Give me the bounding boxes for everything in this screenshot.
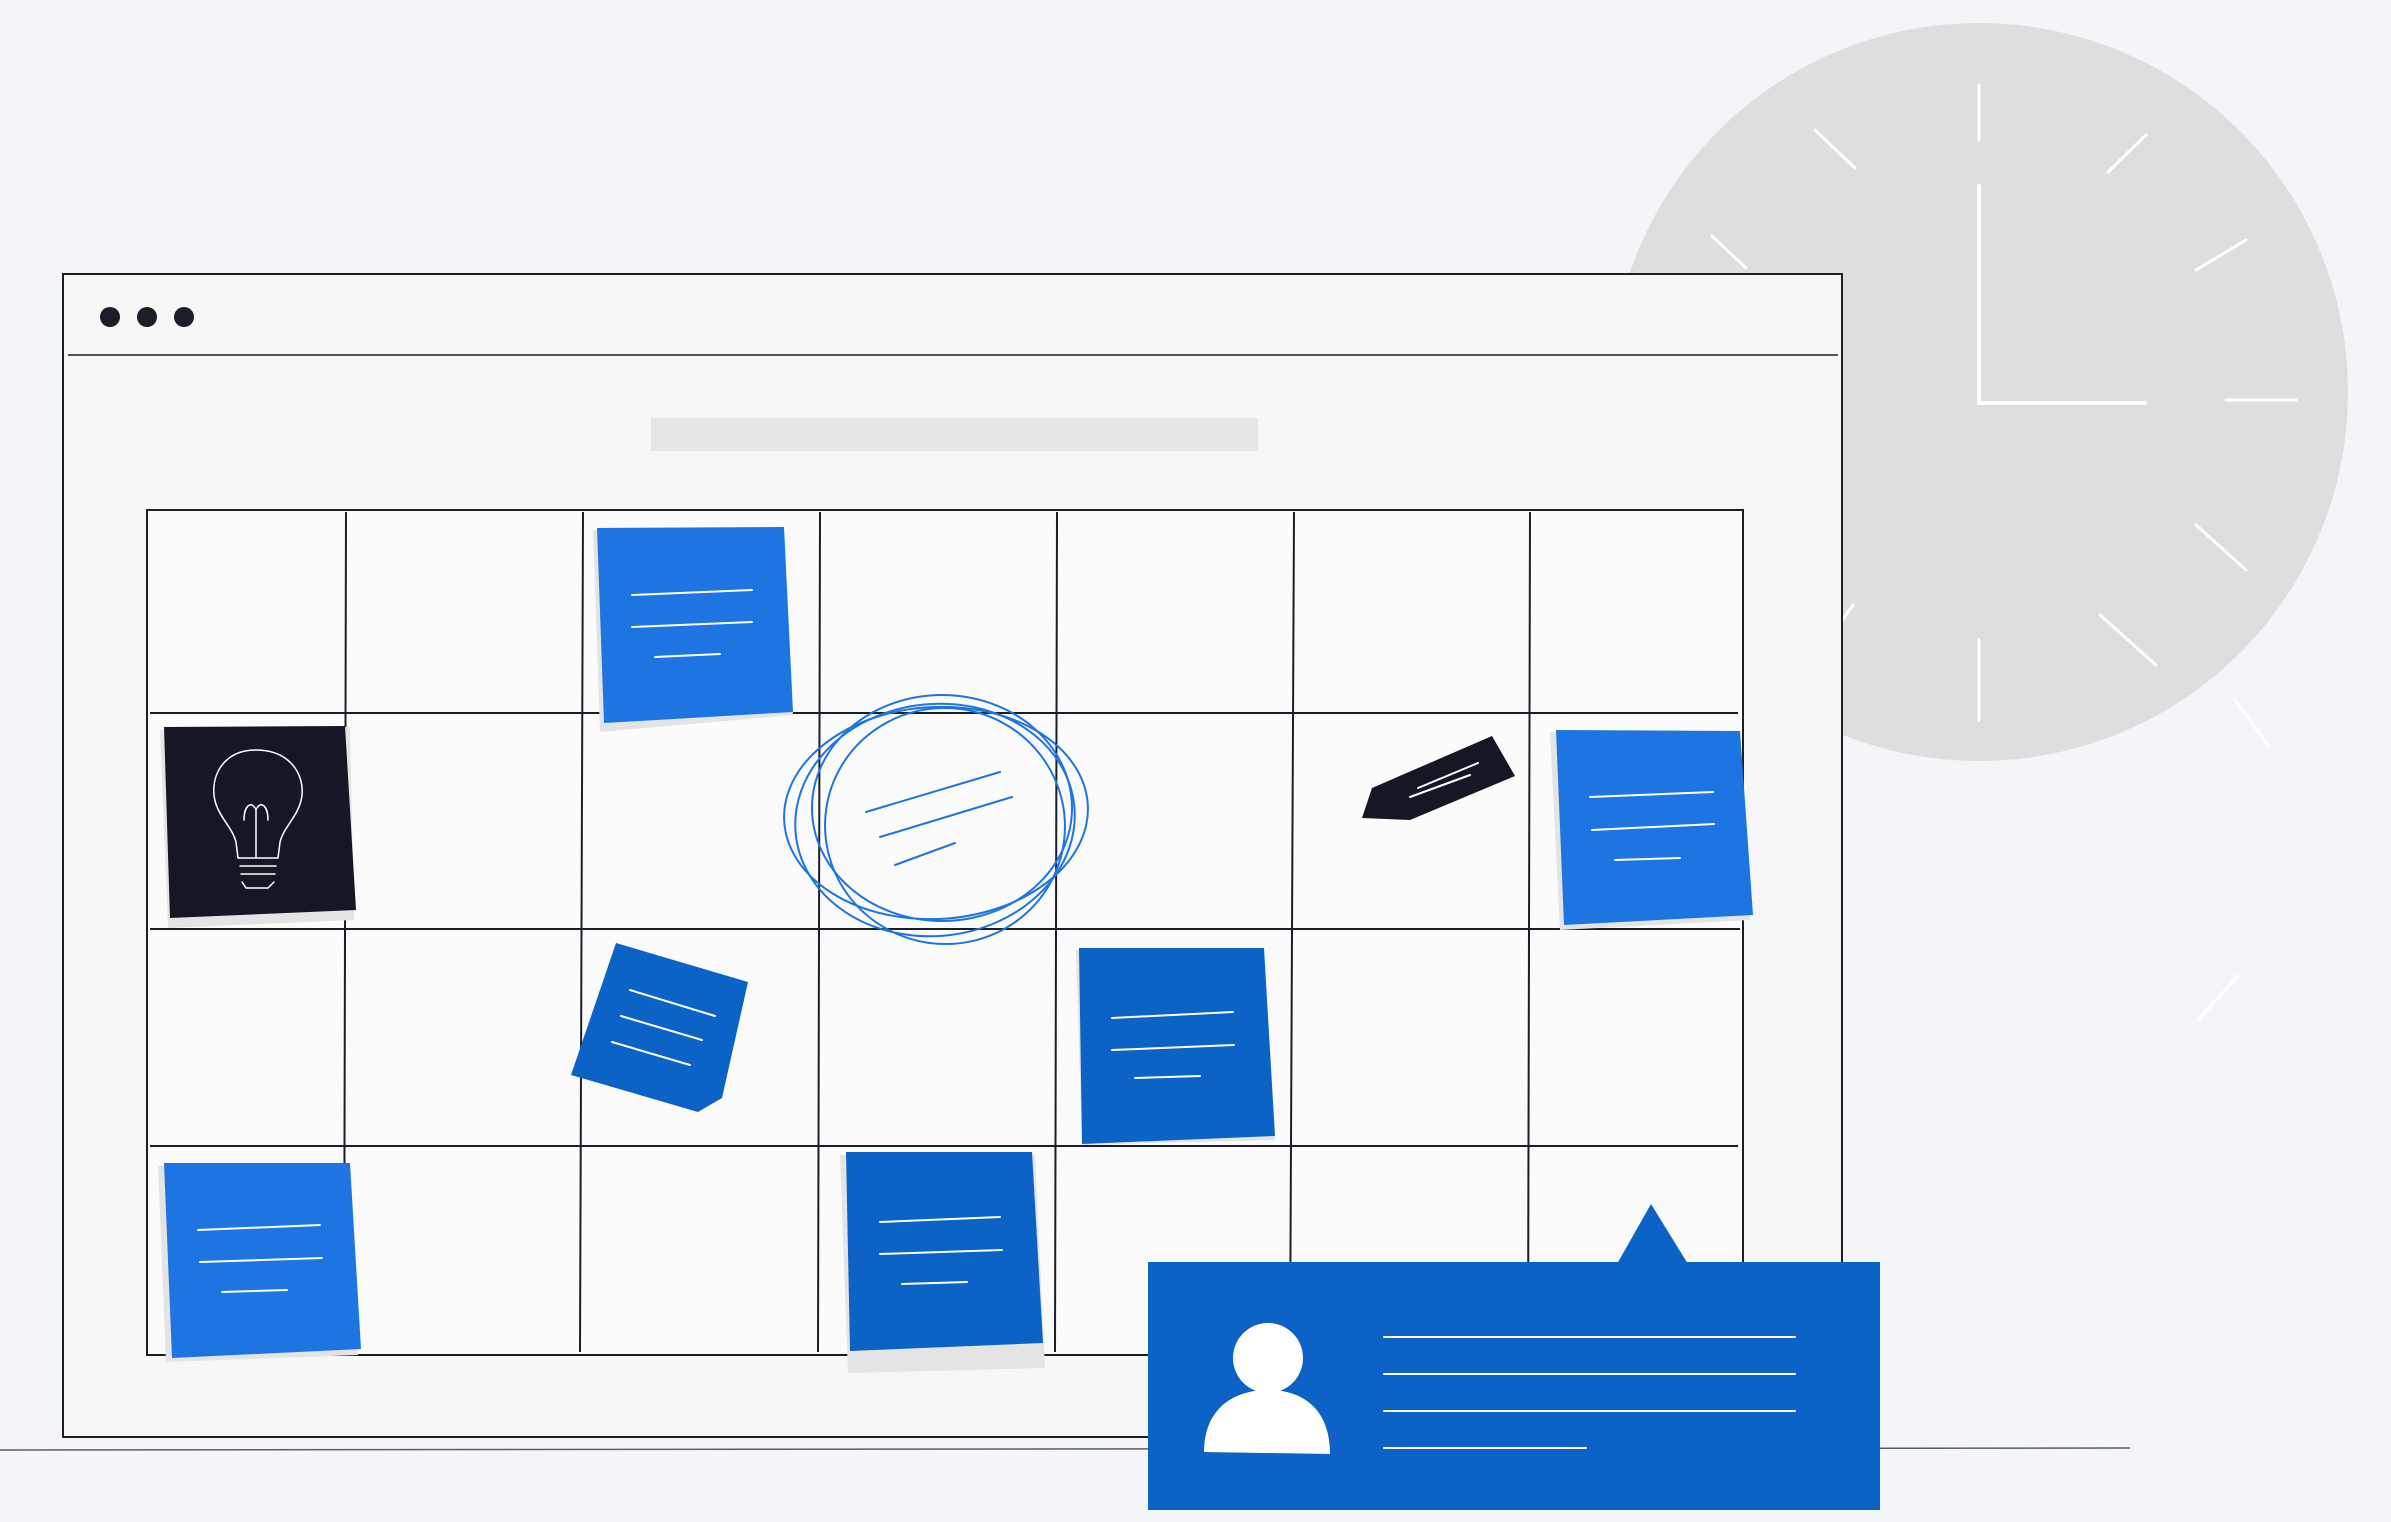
- window-control-dot-3[interactable]: [174, 307, 194, 327]
- sticky-note[interactable]: [1076, 948, 1275, 1145]
- sticky-note[interactable]: [1550, 730, 1753, 930]
- sticky-note[interactable]: [593, 527, 793, 732]
- window-control-dot-1[interactable]: [100, 307, 120, 327]
- planning-board-illustration: [0, 0, 2391, 1522]
- window-control-dot-2[interactable]: [137, 307, 157, 327]
- idea-sticky-note[interactable]: [160, 726, 356, 928]
- sticky-note[interactable]: [158, 1163, 361, 1362]
- sticky-note[interactable]: [840, 1152, 1045, 1373]
- title-placeholder-bar: [651, 418, 1258, 451]
